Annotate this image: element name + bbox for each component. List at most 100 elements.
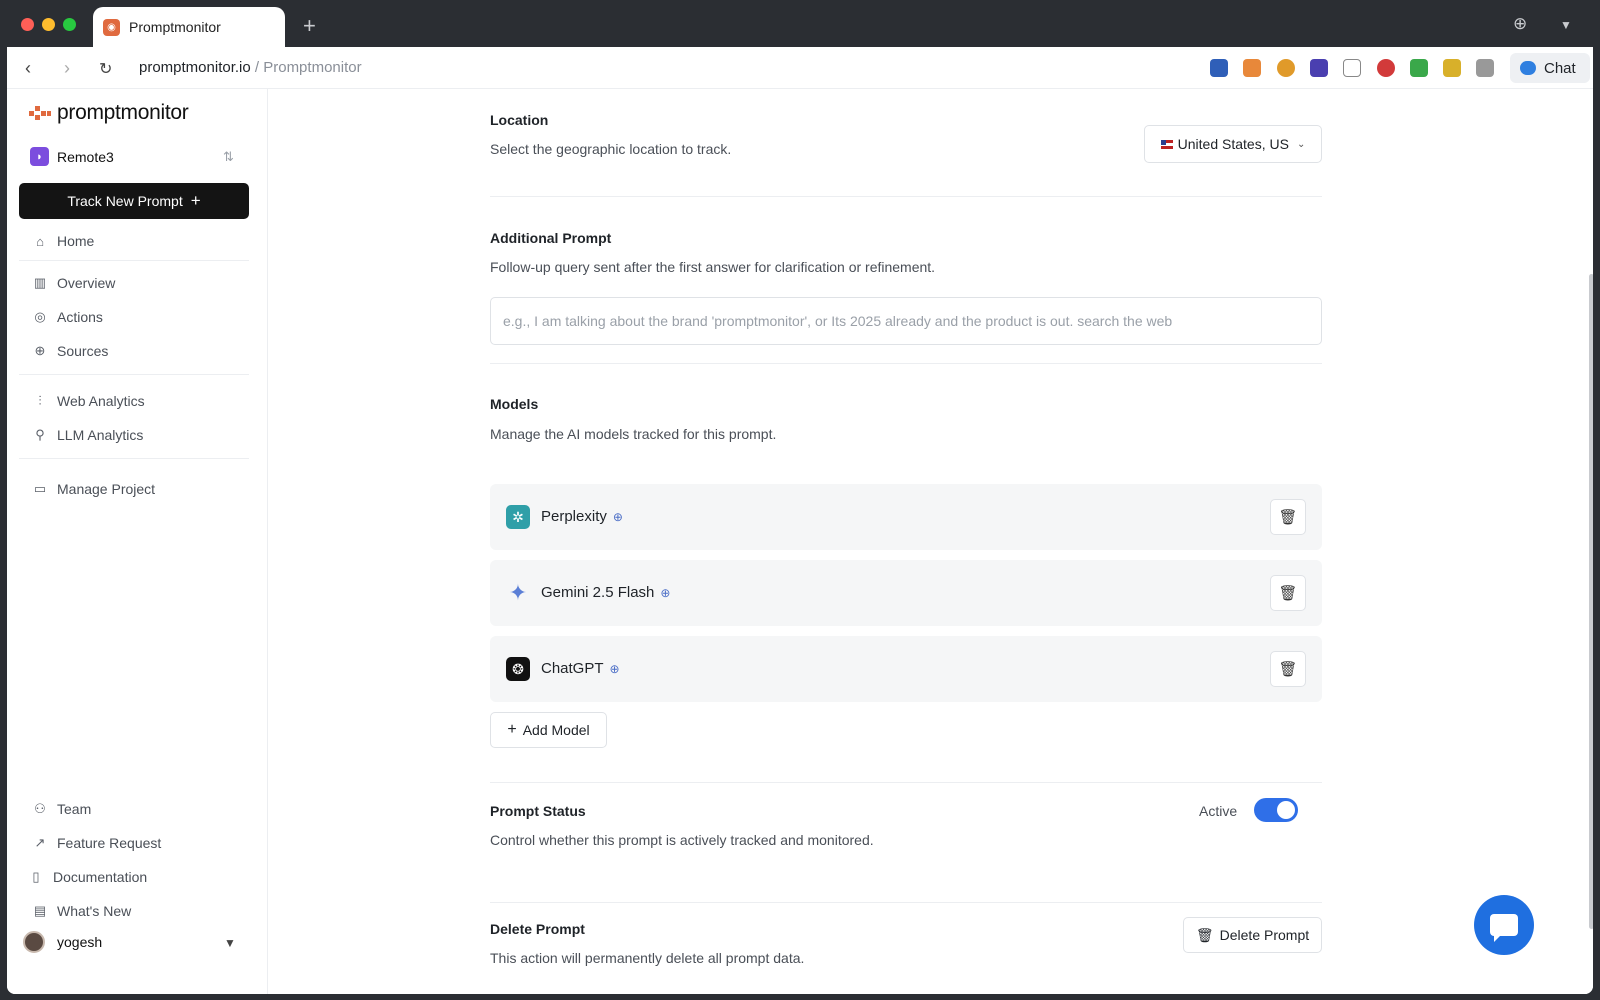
extension-icon[interactable] xyxy=(1243,59,1261,77)
support-chat-button[interactable] xyxy=(1474,895,1534,955)
close-window-button[interactable] xyxy=(21,18,34,31)
chatgpt-logo-icon: ❂ xyxy=(506,657,530,681)
extension-icon[interactable] xyxy=(1410,59,1428,77)
url-path: / Promptmonitor xyxy=(250,59,362,76)
news-icon: ▤ xyxy=(33,903,47,918)
divider xyxy=(19,374,249,375)
delete-prompt-title: Delete Prompt xyxy=(490,921,585,937)
rss-icon: ◗ xyxy=(30,147,49,166)
chevron-down-icon: ⌄ xyxy=(1296,138,1306,150)
bitwarden-extension-icon[interactable] xyxy=(1210,59,1228,77)
us-flag-icon xyxy=(1160,139,1173,149)
sidebar-item-documentation[interactable]: ▯ Documentation xyxy=(27,869,147,885)
delete-model-button[interactable]: 🗑 xyxy=(1270,651,1306,687)
track-new-prompt-button[interactable]: Track New Prompt + xyxy=(19,183,249,219)
sidebar: promptmonitor ◗ Remote3 ⇅ Track New Prom… xyxy=(7,89,268,994)
model-row-chatgpt: ❂ ChatGPT ⊕ 🗑 xyxy=(490,636,1322,702)
globe-icon: ⊕ xyxy=(609,662,620,676)
sidebar-item-label: Actions xyxy=(57,309,103,325)
globe-icon: ⊕ xyxy=(34,343,46,358)
additional-prompt-description: Follow-up query sent after the first ans… xyxy=(490,259,936,275)
arrow-up-right-icon: ↗ xyxy=(34,835,46,850)
sidebar-item-label: Documentation xyxy=(53,869,148,885)
sidebar-item-home[interactable]: ⌂ Home xyxy=(31,233,94,249)
chat-label: Chat xyxy=(1544,59,1576,77)
models-title: Models xyxy=(490,396,539,412)
location-selected: United States, US xyxy=(1177,136,1289,152)
minimize-window-button[interactable] xyxy=(42,18,55,31)
status-label: Active xyxy=(1199,803,1238,819)
main-content: Location Select the geographic location … xyxy=(269,89,1593,994)
extension-icon[interactable] xyxy=(1310,59,1328,77)
swap-icon[interactable]: ⇅ xyxy=(223,149,234,165)
scrollbar[interactable] xyxy=(1589,274,1593,929)
sidebar-item-sources[interactable]: ⊕ Sources xyxy=(31,343,109,359)
url-domain: promptmonitor.io xyxy=(139,59,251,76)
sidebar-item-team[interactable]: ⚇ Team xyxy=(31,801,91,817)
folder-icon: ▭ xyxy=(33,481,47,496)
project-switcher[interactable]: ◗ Remote3 xyxy=(30,147,114,166)
user-menu[interactable]: yogesh xyxy=(23,931,102,953)
sidebar-item-actions[interactable]: ◎ Actions xyxy=(31,309,103,325)
user-name: yogesh xyxy=(57,934,103,950)
chat-button[interactable]: Chat xyxy=(1510,53,1590,83)
chevron-down-icon[interactable]: ▼ xyxy=(224,936,236,950)
delete-prompt-description: This action will permanently delete all … xyxy=(490,950,805,966)
camera-icon[interactable] xyxy=(1476,59,1494,77)
extension-icon[interactable] xyxy=(1277,59,1295,77)
brand-logo[interactable]: promptmonitor xyxy=(29,101,189,125)
delete-model-button[interactable]: 🗑 xyxy=(1270,575,1306,611)
add-model-button[interactable]: + Add Model xyxy=(490,712,607,748)
divider xyxy=(19,458,249,459)
prompt-status-description: Control whether this prompt is actively … xyxy=(490,832,874,848)
url-field[interactable]: promptmonitor.io / Promptmonitor xyxy=(139,59,362,76)
sidebar-item-manage-project[interactable]: ▭ Manage Project xyxy=(31,481,155,497)
sidebar-item-label: Manage Project xyxy=(57,481,156,497)
chat-bubble-icon xyxy=(1490,914,1518,942)
download-icon[interactable]: ⊕ xyxy=(1513,14,1527,34)
plus-icon: + xyxy=(190,191,201,210)
additional-prompt-title: Additional Prompt xyxy=(490,230,612,246)
extension-icon[interactable] xyxy=(1443,59,1461,77)
sidebar-item-whats-new[interactable]: ▤ What's New xyxy=(31,903,131,919)
plus-icon: + xyxy=(507,721,517,738)
trash-icon: 🗑 xyxy=(1278,585,1298,602)
perplexity-logo-icon: ✲ xyxy=(506,505,530,529)
additional-prompt-input[interactable] xyxy=(490,297,1322,345)
toggle-knob xyxy=(1277,801,1295,819)
project-name: Remote3 xyxy=(57,148,114,165)
brand-name: promptmonitor xyxy=(57,101,189,124)
reload-icon[interactable]: ↻ xyxy=(99,59,112,79)
logo-mark-icon xyxy=(29,106,51,120)
home-icon: ⌂ xyxy=(36,233,44,249)
sidebar-item-feature-request[interactable]: ↗ Feature Request xyxy=(31,835,162,851)
divider xyxy=(490,363,1322,364)
forward-icon[interactable]: › xyxy=(64,58,70,79)
sidebar-item-llm-analytics[interactable]: ⚲ LLM Analytics xyxy=(31,427,143,443)
delete-model-button[interactable]: 🗑 xyxy=(1270,499,1306,535)
sidebar-item-overview[interactable]: ▥ Overview xyxy=(31,275,116,291)
divider xyxy=(490,902,1322,903)
prompt-status-toggle[interactable] xyxy=(1254,798,1298,822)
avatar xyxy=(23,931,45,953)
globe-icon: ⊕ xyxy=(612,510,623,524)
sidebar-item-web-analytics[interactable]: ⫶ Web Analytics xyxy=(31,393,144,409)
location-description: Select the geographic location to track. xyxy=(490,141,732,157)
back-icon[interactable]: ‹ xyxy=(25,58,31,79)
extension-icon[interactable] xyxy=(1377,59,1395,77)
maximize-window-button[interactable] xyxy=(63,18,76,31)
track-button-label: Track New Prompt xyxy=(67,193,183,209)
model-name: Gemini 2.5 Flash ⊕ xyxy=(541,584,671,601)
browser-tab[interactable]: ◉ Promptmonitor xyxy=(93,7,285,47)
add-model-label: Add Model xyxy=(522,722,590,738)
location-select[interactable]: United States, US ⌄ xyxy=(1144,125,1322,163)
trash-icon: 🗑 xyxy=(1278,509,1298,526)
globe-icon: ⊕ xyxy=(660,586,671,600)
gemini-logo-icon: ✦ xyxy=(508,580,528,605)
link-extension-icon[interactable] xyxy=(1343,59,1361,77)
chevron-down-icon[interactable]: ▼ xyxy=(1560,18,1572,32)
delete-prompt-label: Delete Prompt xyxy=(1219,927,1310,943)
delete-prompt-button[interactable]: 🗑 Delete Prompt xyxy=(1183,917,1322,953)
tab-title: Promptmonitor xyxy=(129,19,221,35)
plus-icon[interactable]: + xyxy=(303,13,316,39)
